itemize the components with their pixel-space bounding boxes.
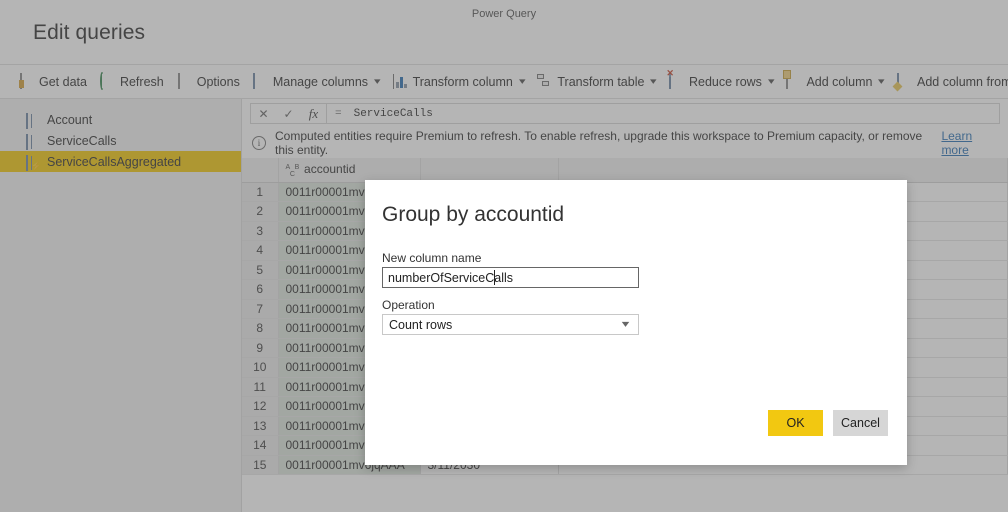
operation-select[interactable]: Count rows ▾ [382, 314, 639, 335]
new-column-name-label: New column name [382, 251, 481, 265]
dialog-title: Group by accountid [382, 203, 564, 227]
operation-selected-value: Count rows [389, 318, 623, 332]
dialog-buttons: OK Cancel [768, 410, 888, 436]
new-column-name-input[interactable] [382, 267, 639, 288]
operation-label: Operation [382, 298, 435, 312]
group-by-dialog: Group by accountid New column name Opera… [365, 180, 907, 465]
ok-button[interactable]: OK [768, 410, 823, 436]
cancel-button[interactable]: Cancel [833, 410, 888, 436]
chevron-down-icon: ▾ [622, 319, 630, 330]
text-caret [494, 270, 495, 285]
